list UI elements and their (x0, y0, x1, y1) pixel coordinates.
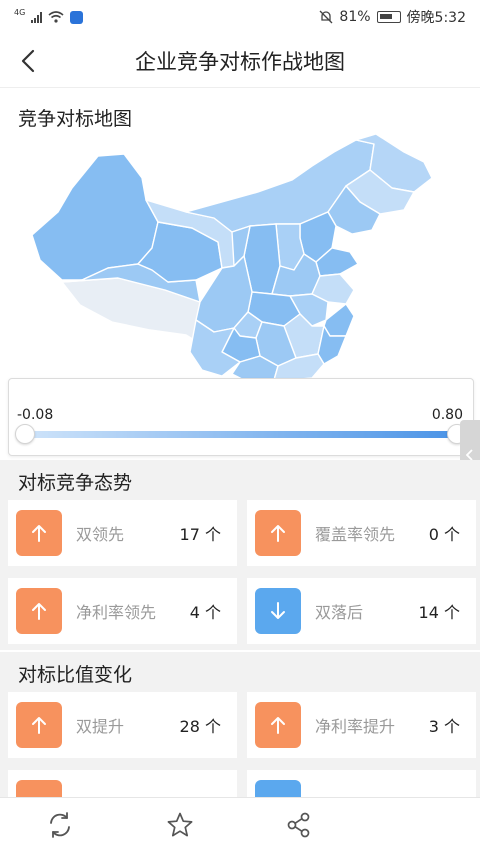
arrow-up-icon (16, 588, 62, 634)
chevron-left-icon (21, 49, 35, 73)
network-type: 4G (14, 7, 26, 17)
situation-tile[interactable]: 净利率领先 4 个 (8, 578, 237, 644)
tile-label: 双落后 (315, 603, 364, 622)
map-region-xinjiang (31, 153, 159, 281)
range-max-label: 0.80 (431, 407, 463, 423)
tile-label: 双提升 (76, 717, 125, 736)
tile-count: 14 个 (418, 603, 460, 622)
arrow-up-icon (16, 510, 62, 556)
favorite-button[interactable] (163, 808, 197, 842)
tile-count: 17 个 (179, 525, 221, 544)
ratio-change-title: 对标比值变化 (18, 664, 133, 686)
tile-count: 0 个 (428, 525, 460, 544)
share-icon (287, 812, 310, 838)
map-region-zhejiang (323, 303, 355, 337)
clock: 傍晚5:32 (406, 10, 466, 26)
map-section-title: 竞争对标地图 (18, 108, 133, 130)
ratio-tile[interactable]: 净利率提升 3 个 (247, 692, 476, 758)
situation-tile[interactable]: 覆盖率领先 0 个 (247, 500, 476, 566)
ratio-tile-partial[interactable] (8, 770, 237, 800)
range-track[interactable] (23, 431, 459, 438)
range-min-label: -0.08 (17, 407, 54, 423)
status-right: 81% 傍晚5:32 (319, 7, 466, 27)
nav-bar: 企业竞争对标作战地图 (0, 34, 480, 88)
tile-count: 3 个 (428, 717, 460, 736)
situation-tile[interactable]: 双落后 14 个 (247, 578, 476, 644)
tile-count: 4 个 (189, 603, 221, 622)
ratio-tile-partial[interactable] (247, 770, 476, 800)
status-left: 4G (14, 7, 84, 24)
wifi-icon (48, 11, 64, 23)
tile-label: 覆盖率领先 (315, 525, 396, 544)
range-min-handle[interactable] (15, 424, 35, 444)
battery-percent: 81% (339, 9, 371, 25)
arrow-up-icon (255, 702, 301, 748)
arrow-down-icon (255, 588, 301, 634)
star-icon (167, 812, 193, 837)
tile-label: 净利率领先 (76, 603, 157, 622)
china-map[interactable] (0, 130, 480, 380)
status-bar: 4G 81% 傍晚5:32 (0, 0, 480, 34)
share-button[interactable] (282, 808, 316, 842)
refresh-button[interactable] (43, 808, 77, 842)
refresh-icon (50, 812, 70, 838)
tile-label: 双领先 (76, 525, 125, 544)
tile-label: 净利率提升 (315, 717, 396, 736)
app-notification-icon (70, 10, 84, 24)
page-title: 企业竞争对标作战地图 (135, 49, 345, 74)
tile-count: 28 个 (179, 717, 221, 736)
battery-icon (376, 11, 401, 23)
situation-title: 对标竞争态势 (18, 472, 133, 494)
signal-icon (31, 11, 43, 23)
arrow-up-icon (255, 510, 301, 556)
arrow-up-icon (16, 702, 62, 748)
range-slider-card: -0.08 0.80 (8, 378, 474, 456)
ratio-tile[interactable]: 双提升 28 个 (8, 692, 237, 758)
back-button[interactable] (14, 46, 42, 76)
bell-muted-icon (319, 10, 333, 24)
bottom-toolbar (0, 797, 480, 853)
situation-tile[interactable]: 双领先 17 个 (8, 500, 237, 566)
